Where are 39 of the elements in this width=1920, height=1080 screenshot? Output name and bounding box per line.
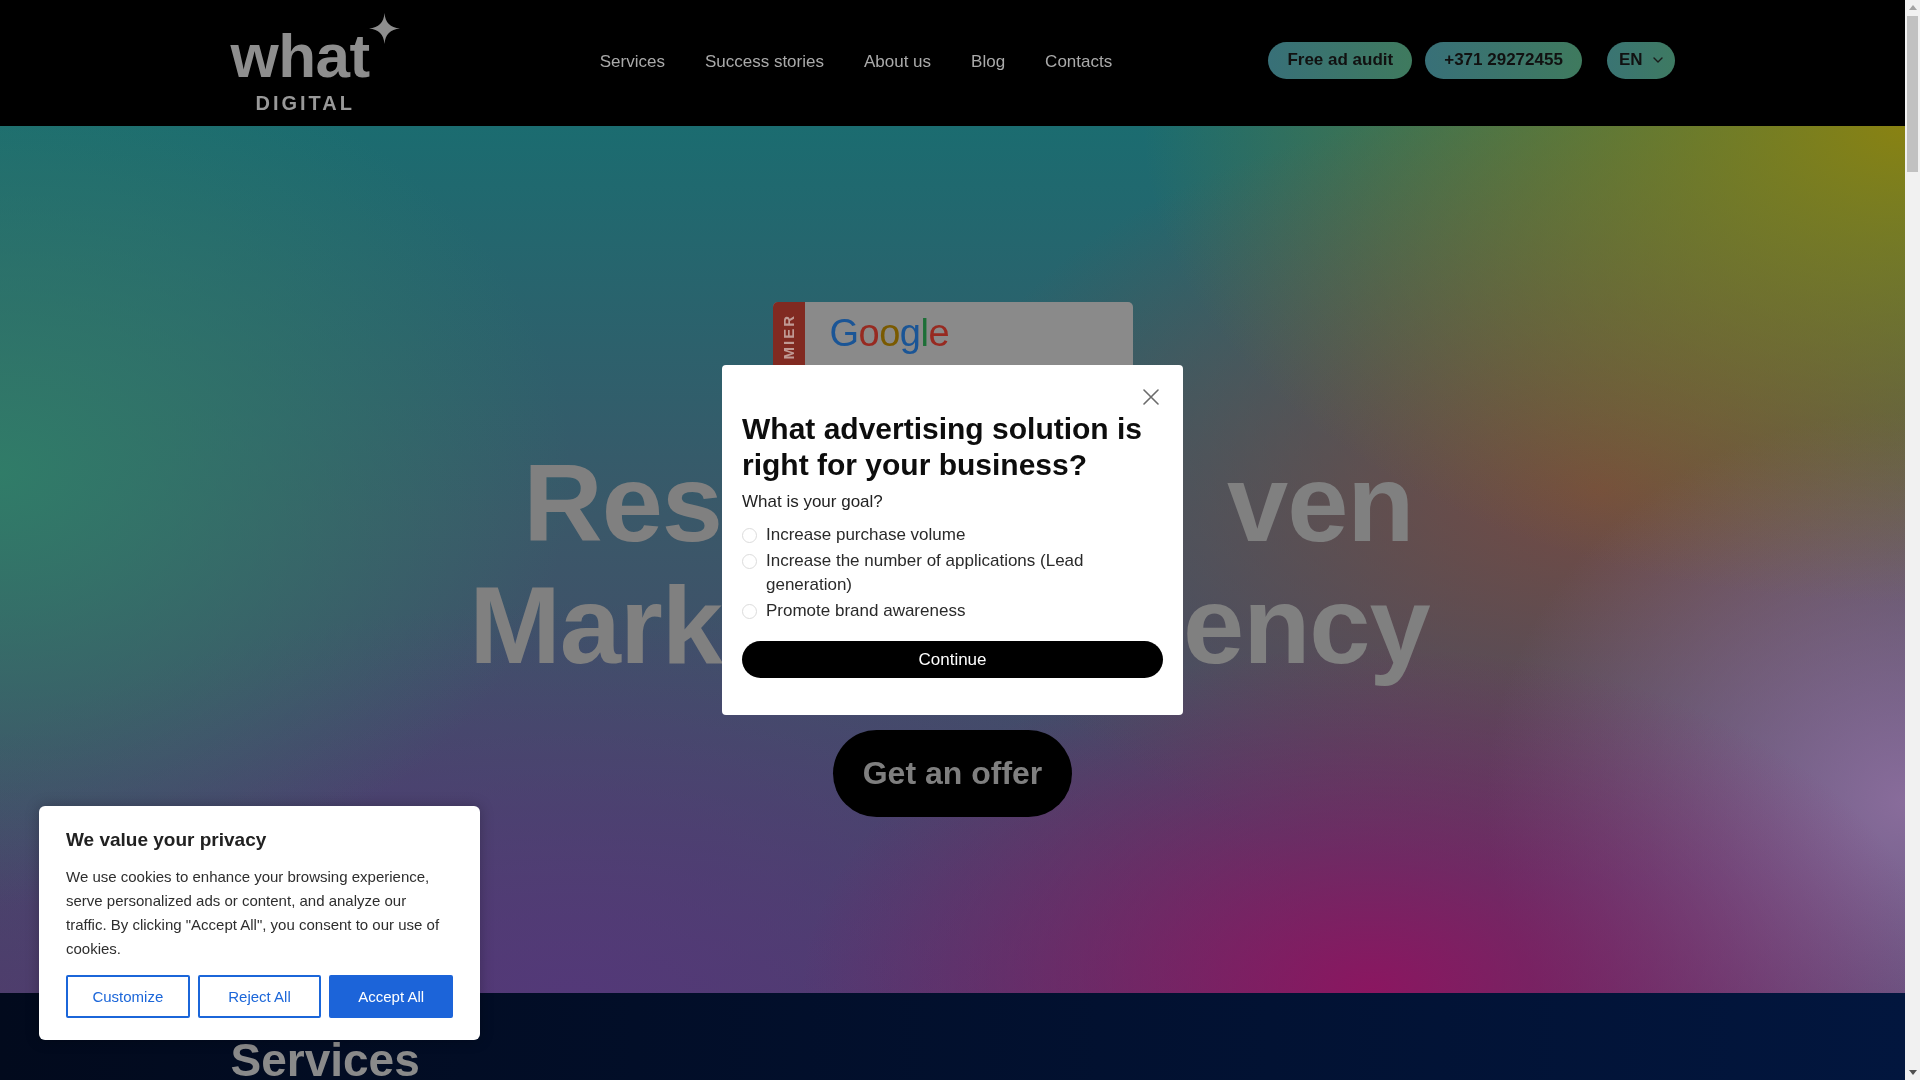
hero-heading-text: Mark (469, 564, 722, 686)
customize-button[interactable]: Customize (66, 975, 190, 1018)
reject-all-button[interactable]: Reject All (197, 975, 322, 1018)
cookie-title: We value your privacy (66, 828, 268, 852)
badge-ribbon-text: MIER (780, 314, 797, 360)
scrollbar[interactable] (1905, 0, 1920, 1080)
logo-wordmark[interactable]: what (230, 25, 370, 87)
nav-link[interactable]: Success stories (704, 52, 824, 72)
phone-button[interactable]: +371 29272455 (1425, 41, 1582, 79)
section-heading: Services (230, 1040, 420, 1080)
quiz-question: What is your goal? (742, 491, 884, 513)
cookie-text: We use cookies to enhance your browsing experience, serve personalized ads or content, and analyze our traffic. By clicking "Accept All", you consent to our use of cookies. (66, 867, 441, 959)
nav-link[interactable]: Contacts (1045, 52, 1113, 72)
nav-link[interactable]: Services (599, 52, 665, 72)
sparkle-icon (368, 13, 400, 44)
modal-title: What advertising solution is right for your business? (742, 411, 1144, 483)
google-logo-text: Google (829, 313, 950, 353)
hero-heading-text: ency (1183, 564, 1430, 686)
option-label[interactable]: Increase purchase volume (766, 523, 966, 547)
scroll-down-arrow-icon[interactable] (1908, 1070, 1917, 1075)
audit-button[interactable]: Free ad audit (1268, 41, 1413, 79)
scroll-up-arrow-icon[interactable] (1908, 5, 1917, 10)
radio-button[interactable] (742, 553, 757, 569)
nav-link[interactable]: About us (863, 52, 932, 72)
close-button[interactable] (1143, 389, 1159, 405)
nav-link[interactable]: Blog (971, 52, 1006, 72)
option-label[interactable]: Promote brand awareness (766, 599, 966, 623)
scrollbar-thumb[interactable] (1907, 16, 1918, 172)
option-label[interactable]: Increase the number of applications (Lead generation) (766, 549, 1163, 597)
continue-button[interactable]: Continue (742, 641, 1163, 678)
hero-heading-text: Res (523, 442, 722, 564)
accept-all-button[interactable]: Accept All (329, 975, 453, 1018)
get-offer-button[interactable]: Get an offer (832, 730, 1073, 817)
close-icon (1143, 389, 1159, 405)
chevron-down-icon (1652, 57, 1663, 63)
radio-button[interactable] (742, 603, 757, 619)
logo-subtitle: DIGITAL (255, 93, 355, 113)
language-dropdown[interactable]: EN (1606, 41, 1675, 79)
radio-button[interactable] (742, 527, 757, 543)
